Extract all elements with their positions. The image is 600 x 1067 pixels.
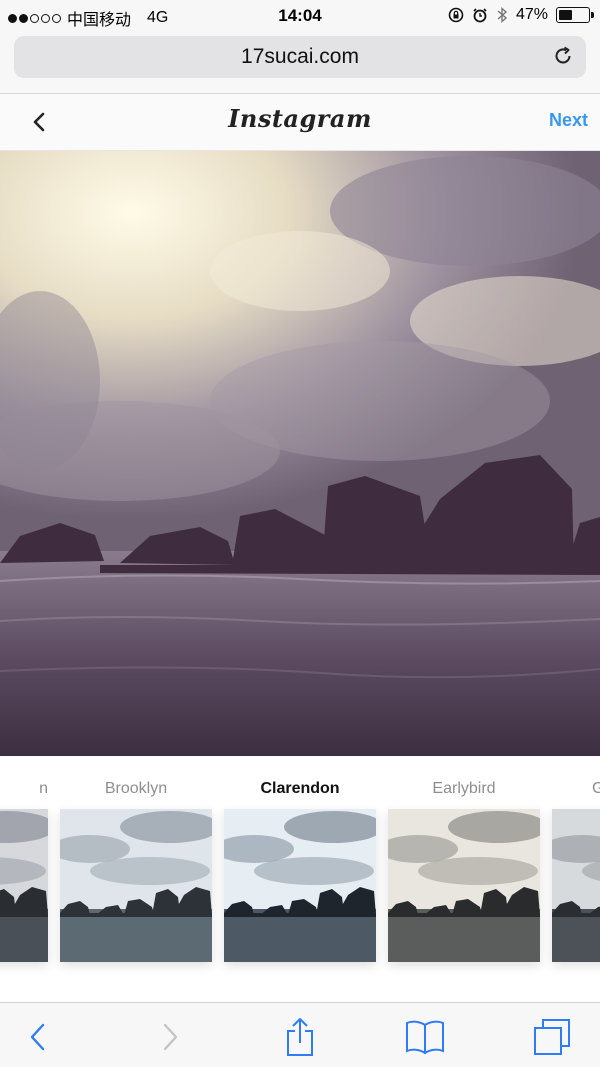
back-arrow-icon [30, 1023, 45, 1051]
filter-label: Brooklyn [104, 780, 168, 797]
photo-preview [0, 151, 600, 756]
filter-item[interactable]: Earlybird [388, 756, 540, 986]
filter-label-selected: Clarendon [260, 780, 340, 797]
reload-icon[interactable] [552, 45, 574, 67]
filter-strip: n Brooklyn Clarendon Earlybird G [0, 756, 600, 1002]
battery-percent: 47% [515, 6, 548, 23]
status-bar: 中国移动 4G 14:04 47% [0, 0, 600, 32]
filter-thumbnail[interactable] [388, 809, 540, 962]
alarm-clock-icon [473, 8, 487, 23]
tabs-button[interactable] [532, 1017, 572, 1057]
browser-address-area: 17sucai.com [0, 32, 600, 94]
share-icon [287, 1018, 313, 1056]
instagram-header: Instagram Next [0, 94, 600, 151]
filter-item-selected[interactable]: Clarendon [224, 756, 376, 986]
orientation-lock-icon [448, 7, 464, 23]
url-text: 17sucai.com [241, 45, 359, 68]
book-icon [406, 1020, 444, 1055]
bookmarks-button[interactable] [405, 1017, 445, 1057]
next-button[interactable]: Next [549, 110, 588, 131]
filter-label: G [592, 780, 600, 797]
browser-back-button[interactable] [18, 1017, 58, 1057]
bluetooth-icon [497, 6, 508, 24]
battery-icon [556, 7, 594, 23]
filter-item[interactable]: G [552, 756, 600, 986]
instagram-logo: Instagram [228, 104, 372, 133]
status-right: 47% [448, 6, 594, 24]
filter-item[interactable]: Brooklyn [60, 756, 212, 986]
tabs-icon [534, 1019, 570, 1055]
browser-forward-button[interactable] [150, 1017, 190, 1057]
browser-toolbar [0, 1002, 600, 1067]
address-bar[interactable]: 17sucai.com [14, 36, 586, 78]
filter-thumbnail[interactable] [0, 809, 48, 962]
filter-thumbnail[interactable] [552, 809, 600, 962]
filter-thumbnail[interactable] [224, 809, 376, 962]
filter-label: Earlybird [432, 780, 496, 797]
filter-item[interactable]: n [0, 756, 48, 986]
forward-arrow-icon [163, 1023, 178, 1051]
share-button[interactable] [280, 1017, 320, 1057]
filter-label: n [39, 780, 48, 797]
battery-fill [559, 10, 573, 20]
filter-thumbnail[interactable] [60, 809, 212, 962]
